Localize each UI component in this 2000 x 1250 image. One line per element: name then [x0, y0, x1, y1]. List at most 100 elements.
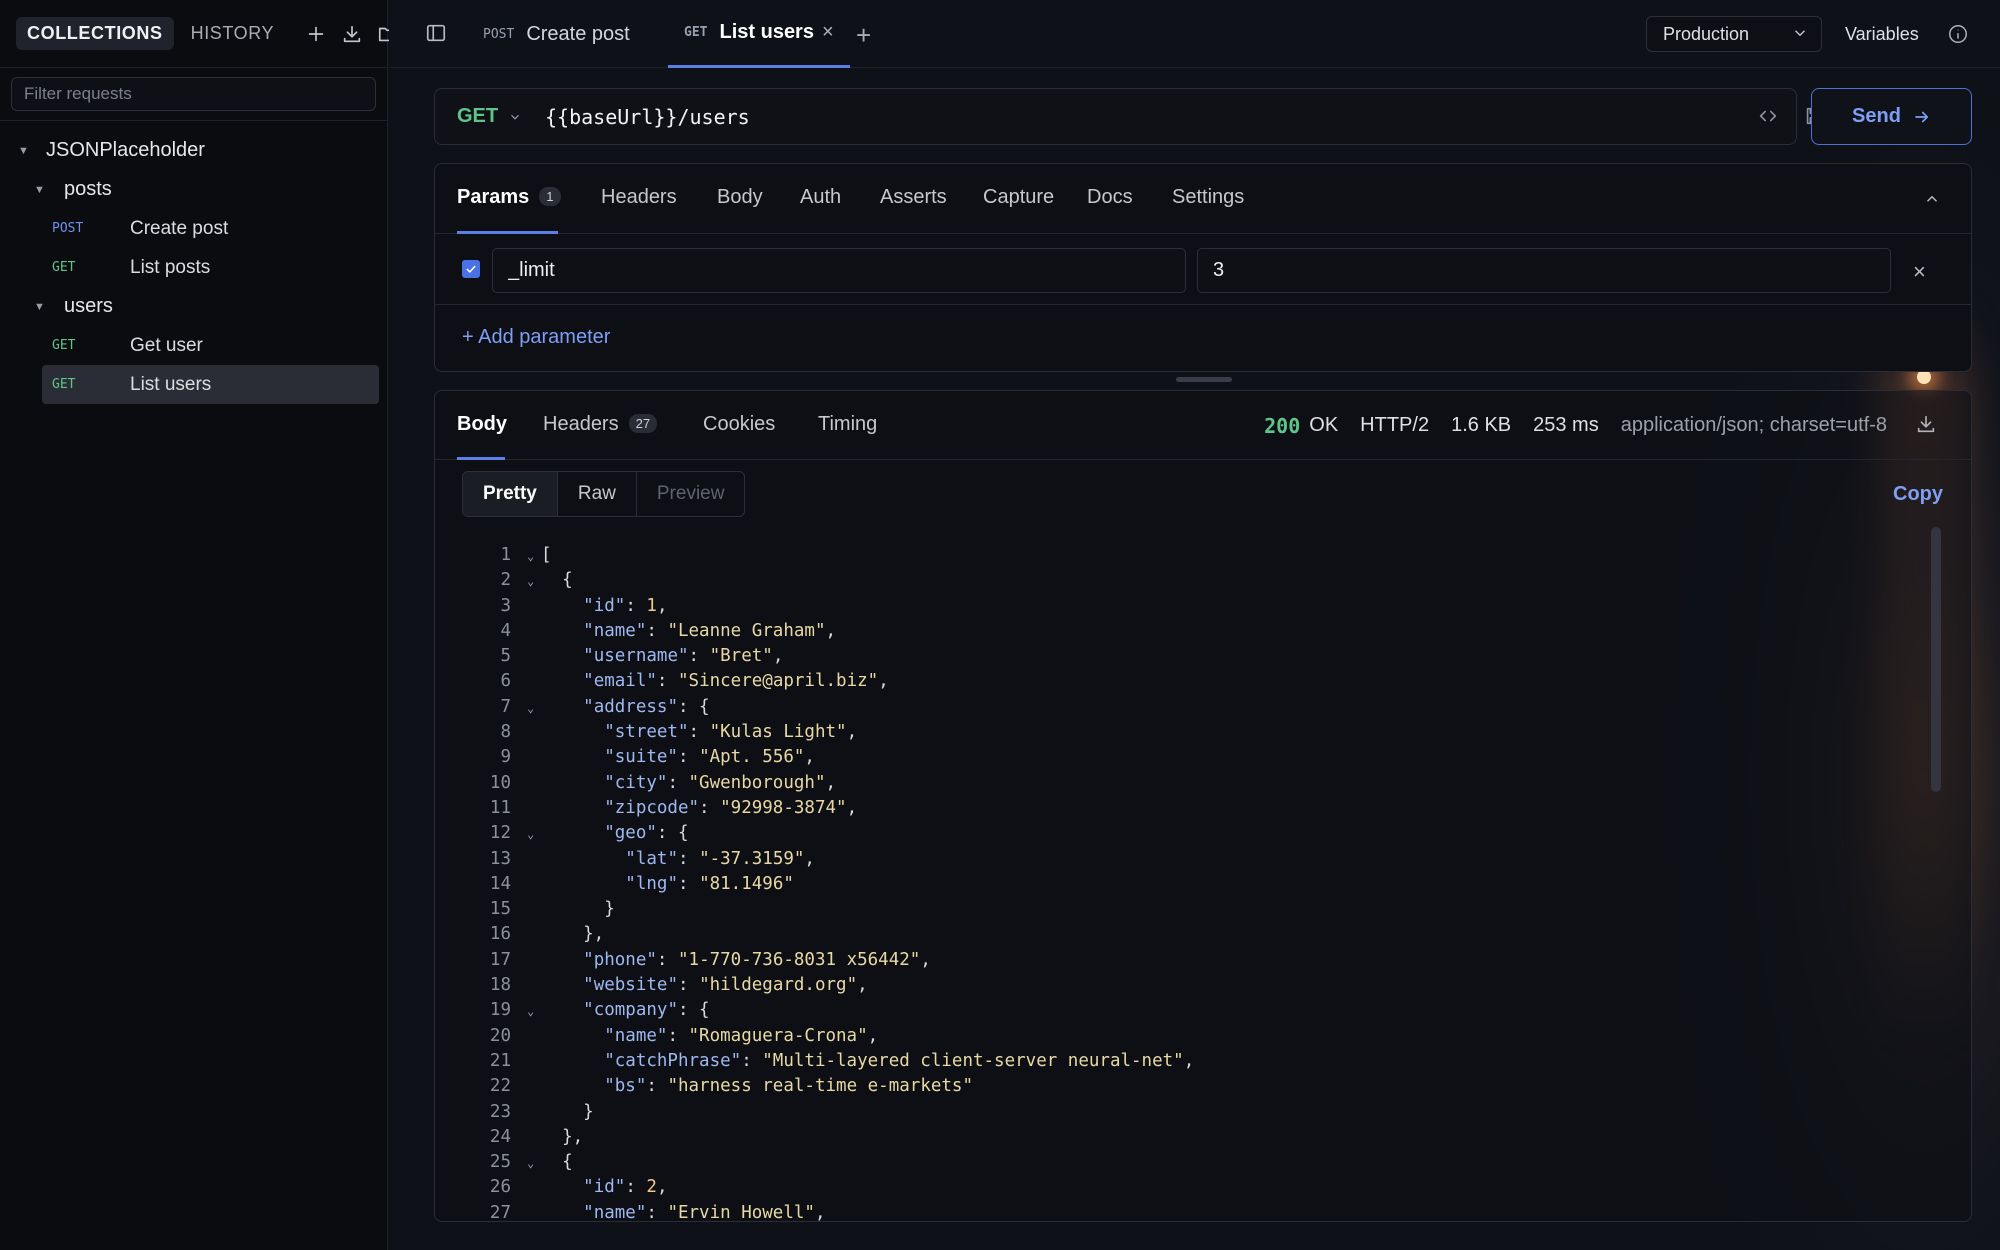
code-line: {: [541, 570, 573, 591]
line-number: 18: [489, 975, 511, 996]
params-count-badge: 1: [539, 187, 561, 206]
add-parameter-button[interactable]: + Add parameter: [462, 326, 610, 349]
request-list-users[interactable]: GET List users: [42, 365, 379, 404]
line-number: 21: [489, 1050, 511, 1071]
line-number: 17: [489, 949, 511, 970]
line-number: 27: [489, 1202, 511, 1222]
code-line: "geo": {: [604, 823, 689, 844]
response-tabs: Body Headers 27 Cookies Timing 200 OK HTT…: [435, 391, 1971, 460]
view-preview[interactable]: Preview: [637, 472, 745, 516]
tab-response-headers[interactable]: Headers 27: [543, 413, 658, 436]
tab-create-post[interactable]: POST Create post: [483, 0, 630, 68]
code-scrollbar[interactable]: [1931, 527, 1941, 792]
tab-docs[interactable]: Docs: [1087, 186, 1133, 209]
sidebar: COLLECTIONS HISTORY ▼ JSONPlaceholder ▼ …: [0, 0, 398, 1250]
tab-params[interactable]: Params 1: [457, 186, 561, 209]
line-number: 10: [489, 772, 511, 793]
variables-button[interactable]: Variables: [1845, 24, 1919, 45]
method-badge: POST: [52, 221, 84, 236]
chevron-up-icon[interactable]: [1923, 190, 1941, 213]
method-select[interactable]: GET: [435, 105, 531, 128]
tab-auth[interactable]: Auth: [800, 186, 841, 209]
code-line: },: [541, 1126, 584, 1147]
tab-headers[interactable]: Headers: [601, 186, 677, 209]
download-icon[interactable]: [1915, 413, 1937, 440]
filter-wrap: [0, 68, 387, 121]
send-label: Send: [1852, 105, 1901, 127]
tab-body[interactable]: Body: [717, 186, 763, 209]
line-number: 12 ⌄: [435, 821, 534, 846]
line-number: 14: [489, 873, 511, 894]
tab-params-label: Params: [457, 186, 530, 208]
folder-users[interactable]: ▼ users: [0, 287, 387, 326]
response-size: 1.6 KB: [1451, 414, 1512, 436]
method-badge: GET: [52, 338, 76, 353]
line-number: 8: [500, 722, 511, 743]
environment-select[interactable]: Production: [1646, 16, 1822, 52]
environment-value: Production: [1663, 23, 1750, 44]
request-get-user[interactable]: GET Get user: [0, 326, 379, 365]
sidebar-toggle-icon[interactable]: [425, 22, 449, 46]
tab-settings[interactable]: Settings: [1172, 186, 1244, 209]
info-icon[interactable]: [1947, 23, 1969, 45]
caret-down-icon[interactable]: ▼: [34, 301, 50, 313]
method-value: GET: [457, 105, 499, 127]
panel-resize-handle[interactable]: [1176, 377, 1232, 382]
filter-requests-input[interactable]: [11, 77, 376, 111]
new-tab-plus-icon[interactable]: +: [856, 20, 871, 51]
response-panel: Body Headers 27 Cookies Timing 200 OK HTT…: [434, 390, 1972, 1222]
request-panel: Params 1 Headers Body Auth Asserts Captur…: [434, 163, 1972, 372]
line-number: 25 ⌄: [435, 1150, 534, 1175]
param-row: ×: [435, 234, 1971, 305]
line-number: 11: [489, 797, 511, 818]
tab-history[interactable]: HISTORY: [180, 17, 286, 50]
tab-method: POST: [483, 26, 515, 42]
code-line: "zipcode": "92998-3874",: [604, 797, 858, 818]
tab-headers-label: Headers: [543, 413, 619, 435]
line-number: 6: [500, 671, 511, 692]
line-number: 16: [489, 924, 511, 945]
response-code-viewer[interactable]: 1 ⌄ 2 ⌄ 3 4 5 6 7 ⌄ 8 9 10 11 12 ⌄ 13 14 15 16 17 18 19 ⌄ 20 21 22…: [435, 543, 1971, 1222]
close-tab-icon[interactable]: ×: [822, 21, 834, 44]
import-icon[interactable]: [341, 19, 363, 49]
code-line: "city": "Gwenborough",: [604, 772, 837, 793]
check-icon: [466, 265, 476, 274]
folder-name: posts: [64, 178, 112, 200]
view-pretty[interactable]: Pretty: [463, 472, 558, 516]
request-create-post[interactable]: POST Create post: [0, 209, 379, 248]
line-number: 24: [489, 1126, 511, 1147]
send-button[interactable]: Send: [1811, 88, 1972, 145]
tab-cookies[interactable]: Cookies: [703, 413, 775, 436]
main-area: POST Create post GET List users × + Prod…: [389, 0, 2000, 1250]
remove-param-icon[interactable]: ×: [1913, 259, 1926, 285]
collection-jsonplaceholder[interactable]: ▼ JSONPlaceholder: [0, 131, 387, 170]
caret-down-icon[interactable]: ▼: [18, 145, 34, 157]
status-code: 200: [1264, 414, 1301, 438]
caret-down-icon[interactable]: ▼: [34, 184, 50, 196]
tab-capture[interactable]: Capture: [983, 186, 1054, 209]
code-icon[interactable]: [1757, 105, 1779, 132]
tab-timing[interactable]: Timing: [818, 413, 877, 436]
tab-response-body[interactable]: Body: [457, 413, 507, 436]
folder-posts[interactable]: ▼ posts: [0, 170, 387, 209]
code-line: "lng": "81.1496": [625, 873, 794, 894]
method-badge: GET: [52, 377, 76, 392]
param-key-input[interactable]: [492, 248, 1186, 293]
tab-list-users[interactable]: GET List users ×: [668, 0, 850, 68]
param-enabled-checkbox[interactable]: [462, 260, 480, 278]
code-line: "street": "Kulas Light",: [604, 722, 858, 743]
tab-collections[interactable]: COLLECTIONS: [16, 17, 174, 50]
plus-icon[interactable]: [305, 19, 327, 49]
line-number: 3: [500, 595, 511, 616]
view-mode-toggle: Pretty Raw Preview: [462, 471, 746, 517]
view-raw[interactable]: Raw: [558, 472, 637, 516]
url-input[interactable]: [545, 101, 1625, 133]
line-number: 5: [500, 646, 511, 667]
code-line: "bs": "harness real-time e-markets": [604, 1076, 973, 1097]
tab-asserts[interactable]: Asserts: [880, 186, 947, 209]
arrow-right-icon: [1915, 111, 1929, 122]
copy-button[interactable]: Copy: [1893, 483, 1943, 506]
request-list-posts[interactable]: GET List posts: [0, 248, 379, 287]
param-value-input[interactable]: [1197, 248, 1891, 293]
code-line: }: [541, 899, 615, 920]
